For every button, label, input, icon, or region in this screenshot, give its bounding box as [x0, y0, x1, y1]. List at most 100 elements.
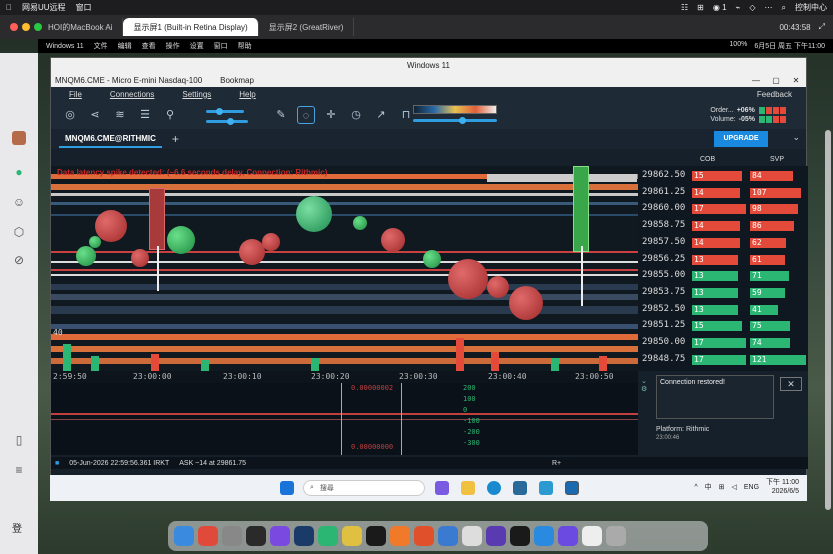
win-menu-item[interactable]: 窗口: [214, 41, 228, 51]
tray-item[interactable]: ⊞: [719, 483, 725, 491]
tab-display-2[interactable]: 显示屏2 (GreatRiver): [259, 18, 355, 36]
win-menu-item[interactable]: 操作: [166, 41, 180, 51]
window-menu[interactable]: 窗口: [76, 2, 92, 13]
link-icon[interactable]: ⊘: [12, 253, 26, 267]
menu-file[interactable]: File: [69, 90, 82, 99]
tray-item[interactable]: ^: [694, 484, 697, 491]
add-tab-button[interactable]: +: [172, 132, 179, 146]
chrome-icon[interactable]: [342, 526, 362, 546]
maximize-icon[interactable]: [34, 23, 42, 31]
tab-display-1[interactable]: 显示屏1 (Built-in Retina Display): [123, 18, 259, 36]
win-menu-item[interactable]: 帮助: [238, 41, 252, 51]
minimize-icon[interactable]: [22, 23, 30, 31]
gear-icon[interactable]: ⚙: [641, 385, 651, 393]
slider-knob[interactable]: [459, 117, 466, 124]
app-icon[interactable]: [558, 526, 578, 546]
menu-help[interactable]: Help: [239, 90, 255, 99]
chat-bubble-icon[interactable]: ◌: [297, 106, 315, 124]
status-item[interactable]: ◇: [749, 3, 755, 12]
trend-icon[interactable]: ↗: [372, 106, 390, 124]
win-menu-item[interactable]: 编辑: [118, 41, 132, 51]
document-icon[interactable]: [582, 526, 602, 546]
stopwatch-icon[interactable]: ◷: [347, 106, 365, 124]
bookmap-taskbar-icon[interactable]: [565, 481, 579, 495]
app-icon[interactable]: [294, 526, 314, 546]
brightness-slider[interactable]: [206, 110, 244, 113]
scrollbar[interactable]: [825, 130, 831, 510]
phone-icon[interactable]: ▯: [12, 433, 26, 447]
status-item[interactable]: ⌁: [736, 3, 741, 12]
app-icon[interactable]: [390, 526, 410, 546]
fullscreen-icon[interactable]: ⤢: [819, 22, 825, 32]
menu-settings[interactable]: Settings: [182, 90, 211, 99]
tradingview-icon[interactable]: [366, 526, 386, 546]
pencil-icon[interactable]: ✎: [272, 106, 290, 124]
restore-button[interactable]: ▢: [766, 76, 786, 85]
taskbar-clock[interactable]: 下午 11:00 2026/6/5: [766, 478, 799, 496]
menu-connections[interactable]: Connections: [110, 90, 154, 99]
app-menu[interactable]: 网易UU远程: [22, 2, 66, 13]
win-menu-item[interactable]: 文件: [94, 41, 108, 51]
status-item[interactable]: ⋯: [765, 3, 773, 12]
tray-item[interactable]: ENG: [744, 484, 759, 491]
upgrade-button[interactable]: UPGRADE: [714, 131, 768, 147]
heatmap-chart[interactable]: Data latency spike detected: (~6.6 secon…: [51, 166, 638, 371]
feedback-link[interactable]: Feedback: [757, 90, 792, 99]
stack-icon[interactable]: ☰: [136, 106, 154, 124]
app-icon[interactable]: [222, 526, 242, 546]
win-menu-item[interactable]: Windows 11: [46, 43, 84, 50]
info-icon[interactable]: ■: [55, 460, 59, 467]
win-menu-item[interactable]: 查看: [142, 41, 156, 51]
app-icon[interactable]: [486, 526, 506, 546]
close-icon[interactable]: ✕: [780, 377, 802, 391]
finder-icon[interactable]: [174, 526, 194, 546]
slider-knob[interactable]: [216, 108, 223, 115]
close-icon[interactable]: [10, 23, 18, 31]
win-menu-item[interactable]: 设置: [190, 41, 204, 51]
close-button[interactable]: ✕: [786, 76, 806, 85]
copilot-icon[interactable]: [435, 481, 449, 495]
users-icon[interactable]: ☺: [12, 195, 26, 209]
share-icon[interactable]: ⋖: [86, 106, 104, 124]
store-icon[interactable]: [513, 481, 527, 495]
appletv-icon[interactable]: [510, 526, 530, 546]
edge-icon[interactable]: [487, 481, 501, 495]
start-icon[interactable]: [280, 481, 294, 495]
slider-knob[interactable]: [227, 118, 234, 125]
layers-icon[interactable]: ≋: [111, 106, 129, 124]
tab-instrument[interactable]: MNQM6.CME@RITHMIC: [59, 131, 162, 148]
app-icon[interactable]: [270, 526, 290, 546]
apple-icon[interactable]: : [6, 3, 12, 12]
color-map-select[interactable]: [413, 105, 497, 114]
trash-icon[interactable]: [606, 526, 626, 546]
indicator-pane[interactable]: 0.00000002 0.00000000 200 100 0 -100 -20…: [51, 383, 638, 455]
target-icon[interactable]: ◎: [61, 106, 79, 124]
search-icon[interactable]: ⌕: [782, 3, 786, 13]
heatmap-slider[interactable]: [413, 119, 497, 122]
cube-icon[interactable]: ⬡: [12, 225, 26, 239]
app-icon[interactable]: [462, 526, 482, 546]
chat-icon[interactable]: ●: [12, 165, 26, 179]
tray-item[interactable]: 中: [705, 482, 712, 492]
app-icon[interactable]: [414, 526, 434, 546]
avatar[interactable]: [12, 131, 26, 145]
status-item[interactable]: ⊞: [697, 3, 704, 12]
app-icon[interactable]: [539, 481, 553, 495]
wechat-icon[interactable]: [318, 526, 338, 546]
app-icon[interactable]: [438, 526, 458, 546]
link-icon[interactable]: ⚲: [161, 106, 179, 124]
chevron-down-icon[interactable]: ⌄: [792, 132, 800, 143]
menu-icon[interactable]: ≡: [12, 463, 26, 477]
status-item[interactable]: ◉ 1: [713, 3, 727, 12]
appstore-icon[interactable]: [534, 526, 554, 546]
minimize-button[interactable]: —: [746, 76, 766, 85]
app-icon[interactable]: [198, 526, 218, 546]
notion-icon[interactable]: [246, 526, 266, 546]
chevron-down-icon[interactable]: ⌄: [641, 377, 651, 385]
status-item[interactable]: ☷: [681, 3, 688, 12]
tray-item[interactable]: ◁: [731, 483, 736, 491]
tab-macbook[interactable]: HOI的MacBook Ai: [38, 18, 124, 36]
taskbar-search[interactable]: ⌕ 搜尋: [303, 480, 425, 496]
folder-icon[interactable]: [461, 481, 475, 495]
crosshair-icon[interactable]: ✛: [322, 106, 340, 124]
